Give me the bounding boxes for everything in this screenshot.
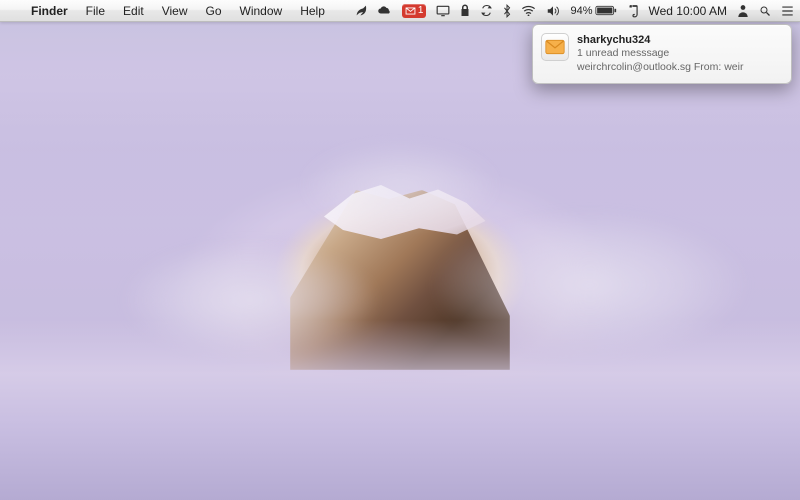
- menu-window[interactable]: Window: [231, 0, 292, 22]
- wallpaper-clouds: [0, 320, 800, 500]
- menu-bar-left: Finder File Edit View Go Window Help: [0, 0, 334, 22]
- battery-status[interactable]: 94%: [570, 0, 616, 22]
- menu-edit[interactable]: Edit: [114, 0, 153, 22]
- clock[interactable]: Wed 10:00 AM: [649, 0, 728, 22]
- spotlight-icon[interactable]: [759, 5, 771, 17]
- wallpaper-clouds: [300, 140, 500, 230]
- notification-body: sharkychu324 1 unread messsage weirchrco…: [577, 33, 781, 75]
- notification-detail: weirchrcolin@outlook.sg From: weir: [577, 61, 781, 75]
- notification-subtitle: 1 unread messsage: [577, 47, 781, 61]
- notification-center-icon[interactable]: [781, 5, 794, 17]
- notification-banner[interactable]: sharkychu324 1 unread messsage weirchrco…: [532, 24, 792, 84]
- app-menu[interactable]: Finder: [22, 0, 77, 22]
- menu-file[interactable]: File: [77, 0, 114, 22]
- wifi-icon[interactable]: [521, 5, 536, 16]
- user-icon[interactable]: [737, 4, 749, 17]
- display-icon[interactable]: [436, 5, 450, 17]
- battery-percent: 94%: [570, 0, 592, 22]
- menu-bar-right: 1 94% Wed 10:00 AM: [354, 0, 800, 22]
- menu-view[interactable]: View: [153, 0, 197, 22]
- menu-go[interactable]: Go: [197, 0, 231, 22]
- notification-app-icon: [541, 33, 569, 61]
- sync-icon[interactable]: [480, 4, 493, 17]
- volume-icon[interactable]: [546, 5, 560, 17]
- evernote-icon[interactable]: [627, 4, 639, 18]
- menu-help[interactable]: Help: [291, 0, 334, 22]
- leaf-icon[interactable]: [354, 4, 367, 17]
- menu-bar: Finder File Edit View Go Window Help 1: [0, 0, 800, 22]
- lock-icon[interactable]: [460, 4, 470, 17]
- notification-title: sharkychu324: [577, 33, 781, 47]
- bluetooth-icon[interactable]: [503, 4, 511, 18]
- mail-count: 1: [418, 0, 424, 22]
- mail-status[interactable]: 1: [402, 4, 427, 18]
- cloud-icon[interactable]: [377, 5, 392, 17]
